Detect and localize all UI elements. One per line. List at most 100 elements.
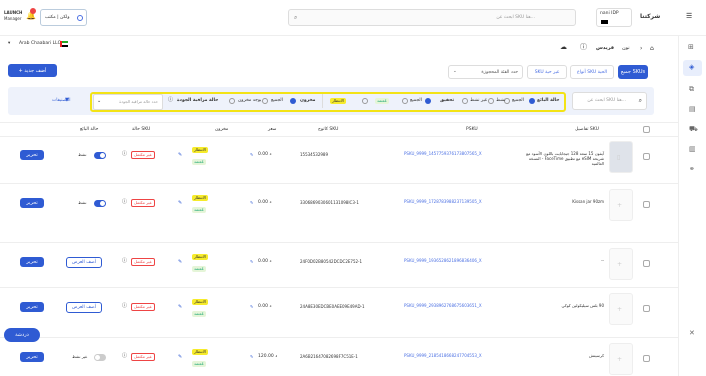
psku-link[interactable]: PSKU_9999_1457759376173807565_X	[404, 151, 484, 157]
psku-link[interactable]: PSKU_9999_1936528621896836406_X	[404, 258, 484, 264]
product-title[interactable]: Kissan jar 90zm	[520, 199, 604, 204]
close-icon[interactable]: ✕	[689, 330, 695, 337]
tab-not-live-skus[interactable]: SKU غير حية	[527, 65, 567, 79]
menu-icon[interactable]: ☰	[686, 13, 692, 20]
filter-icon[interactable]: ▼	[65, 98, 69, 103]
seller-status-toggle[interactable]	[94, 200, 106, 207]
status-inactive-option[interactable]: غير نشط	[470, 98, 487, 104]
row-divider	[0, 242, 678, 243]
category-select[interactable]: حدد الفئة المحجوزة ⌄	[448, 65, 523, 79]
tab-live-skus[interactable]: أنواع SKU الحية	[570, 65, 614, 79]
edit-button[interactable]: تحرير	[20, 302, 44, 312]
edit-button[interactable]: تحرير	[20, 198, 44, 208]
edit-stock-icon[interactable]: ✎	[178, 355, 182, 360]
edit-stock-icon[interactable]: ✎	[178, 260, 182, 265]
status-active-option[interactable]: نشط	[496, 98, 506, 104]
status-all-option[interactable]: الجميع	[512, 98, 524, 104]
store-dropdown[interactable]: Arab Chaabari LLC	[19, 41, 61, 47]
box-icon[interactable]: ⧉	[689, 86, 694, 93]
grid-icon[interactable]: ⊞	[688, 44, 694, 51]
psku-link[interactable]: PSKU_9999_2185418668247704553_X	[404, 353, 484, 359]
home-icon[interactable]: ⌂	[650, 46, 654, 52]
psku-link[interactable]: PSKU_9999_1728783988237139505_X	[404, 199, 484, 205]
select-all-checkbox[interactable]	[643, 126, 650, 133]
seller-status-toggle[interactable]	[94, 152, 106, 159]
search-icon[interactable]: ⌕	[639, 98, 642, 104]
chat-button[interactable]: دردشة	[4, 328, 40, 342]
edit-stock-icon[interactable]: ✎	[178, 305, 182, 310]
pending-badge: الانتظار	[192, 195, 209, 201]
add-new-button[interactable]: + أضف جديد	[8, 64, 57, 77]
add-offer-button[interactable]: أضف العرض	[66, 302, 102, 313]
edit-button[interactable]: تحرير	[20, 150, 44, 160]
radio-unselected[interactable]	[229, 98, 235, 104]
edit-stock-icon[interactable]: ✎	[178, 201, 182, 206]
row-checkbox[interactable]	[643, 355, 650, 362]
pending-badge: الانتظار	[192, 299, 209, 305]
tag-icon[interactable]: ◈	[689, 64, 694, 71]
edit-price-icon[interactable]: ✎	[250, 153, 253, 157]
edit-price-icon[interactable]: ✎	[250, 355, 253, 359]
approved-badge[interactable]: مُعتمد	[375, 98, 389, 104]
qc-select[interactable]: حدد حالة مراقبة الجودة ⌄	[93, 94, 163, 110]
dropdown-chevron-icon[interactable]: ▾	[8, 41, 10, 47]
chart-icon[interactable]: ▥	[689, 146, 696, 153]
image-placeholder-icon: ▯	[617, 154, 621, 161]
radio-selected[interactable]	[290, 98, 296, 104]
category-select-value: حدد الفئة المحجوزة	[481, 69, 518, 75]
image-placeholder-icon: +	[617, 202, 623, 209]
flag-icon	[601, 20, 608, 24]
toggle-knob	[100, 201, 105, 206]
seller-status-toggle[interactable]	[94, 354, 106, 361]
radio-unselected[interactable]	[402, 98, 408, 104]
help-icon[interactable]: ⓘ	[580, 44, 587, 51]
search-bar[interactable]: ابحث عن SKU هنا... ⌕	[288, 9, 576, 26]
edit-price-icon[interactable]: ✎	[250, 305, 253, 309]
row-checkbox[interactable]	[643, 201, 650, 208]
add-offer-button[interactable]: أضف العرض	[66, 257, 102, 268]
product-thumbnail[interactable]: +	[609, 343, 633, 375]
row-checkbox[interactable]	[643, 260, 650, 267]
product-thumbnail[interactable]: +	[609, 189, 633, 221]
product-thumbnail[interactable]: +	[609, 293, 633, 325]
edit-price-icon[interactable]: ✎	[250, 260, 253, 264]
file-icon[interactable]: ▤	[689, 106, 696, 113]
radio-unselected[interactable]	[262, 98, 268, 104]
info-icon: ⓘ	[168, 97, 174, 103]
in-stock-option[interactable]: يوجد مخزون	[238, 98, 261, 104]
radio-unselected[interactable]	[362, 98, 368, 104]
edit-stock-icon[interactable]: ✎	[178, 153, 182, 158]
row-checkbox[interactable]	[643, 305, 650, 312]
product-title[interactable]: كرسيتش	[520, 353, 604, 358]
partner-sku: 24A8E30EDCBE0AEE09E49AD-1	[300, 304, 365, 309]
sku-status-badge: غير مكتمل	[131, 151, 155, 159]
edit-button[interactable]: تحرير	[20, 257, 44, 267]
store-selector[interactable]: ولكن | مكتب	[40, 9, 87, 26]
edit-button[interactable]: تحرير	[20, 352, 44, 362]
truck-icon[interactable]: ⛟	[689, 126, 698, 133]
stock-all-option[interactable]: الجميع	[271, 98, 283, 104]
edit-price-icon[interactable]: ✎	[250, 201, 253, 205]
product-title[interactable]: آيفون 15 سعة 128 جيجابايت باللون الأسود …	[520, 151, 604, 167]
radio-selected[interactable]	[529, 98, 535, 104]
product-thumbnail[interactable]: +	[609, 248, 633, 280]
product-title[interactable]: --	[520, 258, 604, 263]
breadcrumb-home[interactable]: نون	[622, 46, 630, 51]
link-icon[interactable]: ⚭	[689, 166, 695, 173]
user-menu[interactable]: nani IDP	[596, 8, 632, 27]
radio-unselected[interactable]	[462, 98, 468, 104]
radio-selected[interactable]	[425, 98, 431, 104]
brand-logo[interactable]: شركتنا	[640, 14, 660, 20]
psku-link[interactable]: PSKU_9999_2938962768675603651_X	[404, 303, 484, 309]
tab-all-skus[interactable]: جميع SKUs	[618, 65, 648, 79]
radio-unselected[interactable]	[488, 98, 494, 104]
chat-bubble-icon[interactable]: ☁	[560, 44, 567, 51]
info-icon: ⓘ	[122, 353, 128, 359]
pending-badge[interactable]: الانتظار	[330, 98, 347, 104]
filter-search[interactable]: ابحث عن SKU هنا... ⌕	[572, 92, 647, 110]
product-title[interactable]: 90 بلس سيليكولين كوكي	[520, 303, 605, 308]
product-thumbnail[interactable]: ▯	[609, 141, 633, 173]
search-icon[interactable]: ⌕	[294, 15, 297, 21]
ready-all-option[interactable]: الجميع	[410, 98, 422, 104]
row-checkbox[interactable]	[643, 153, 650, 160]
